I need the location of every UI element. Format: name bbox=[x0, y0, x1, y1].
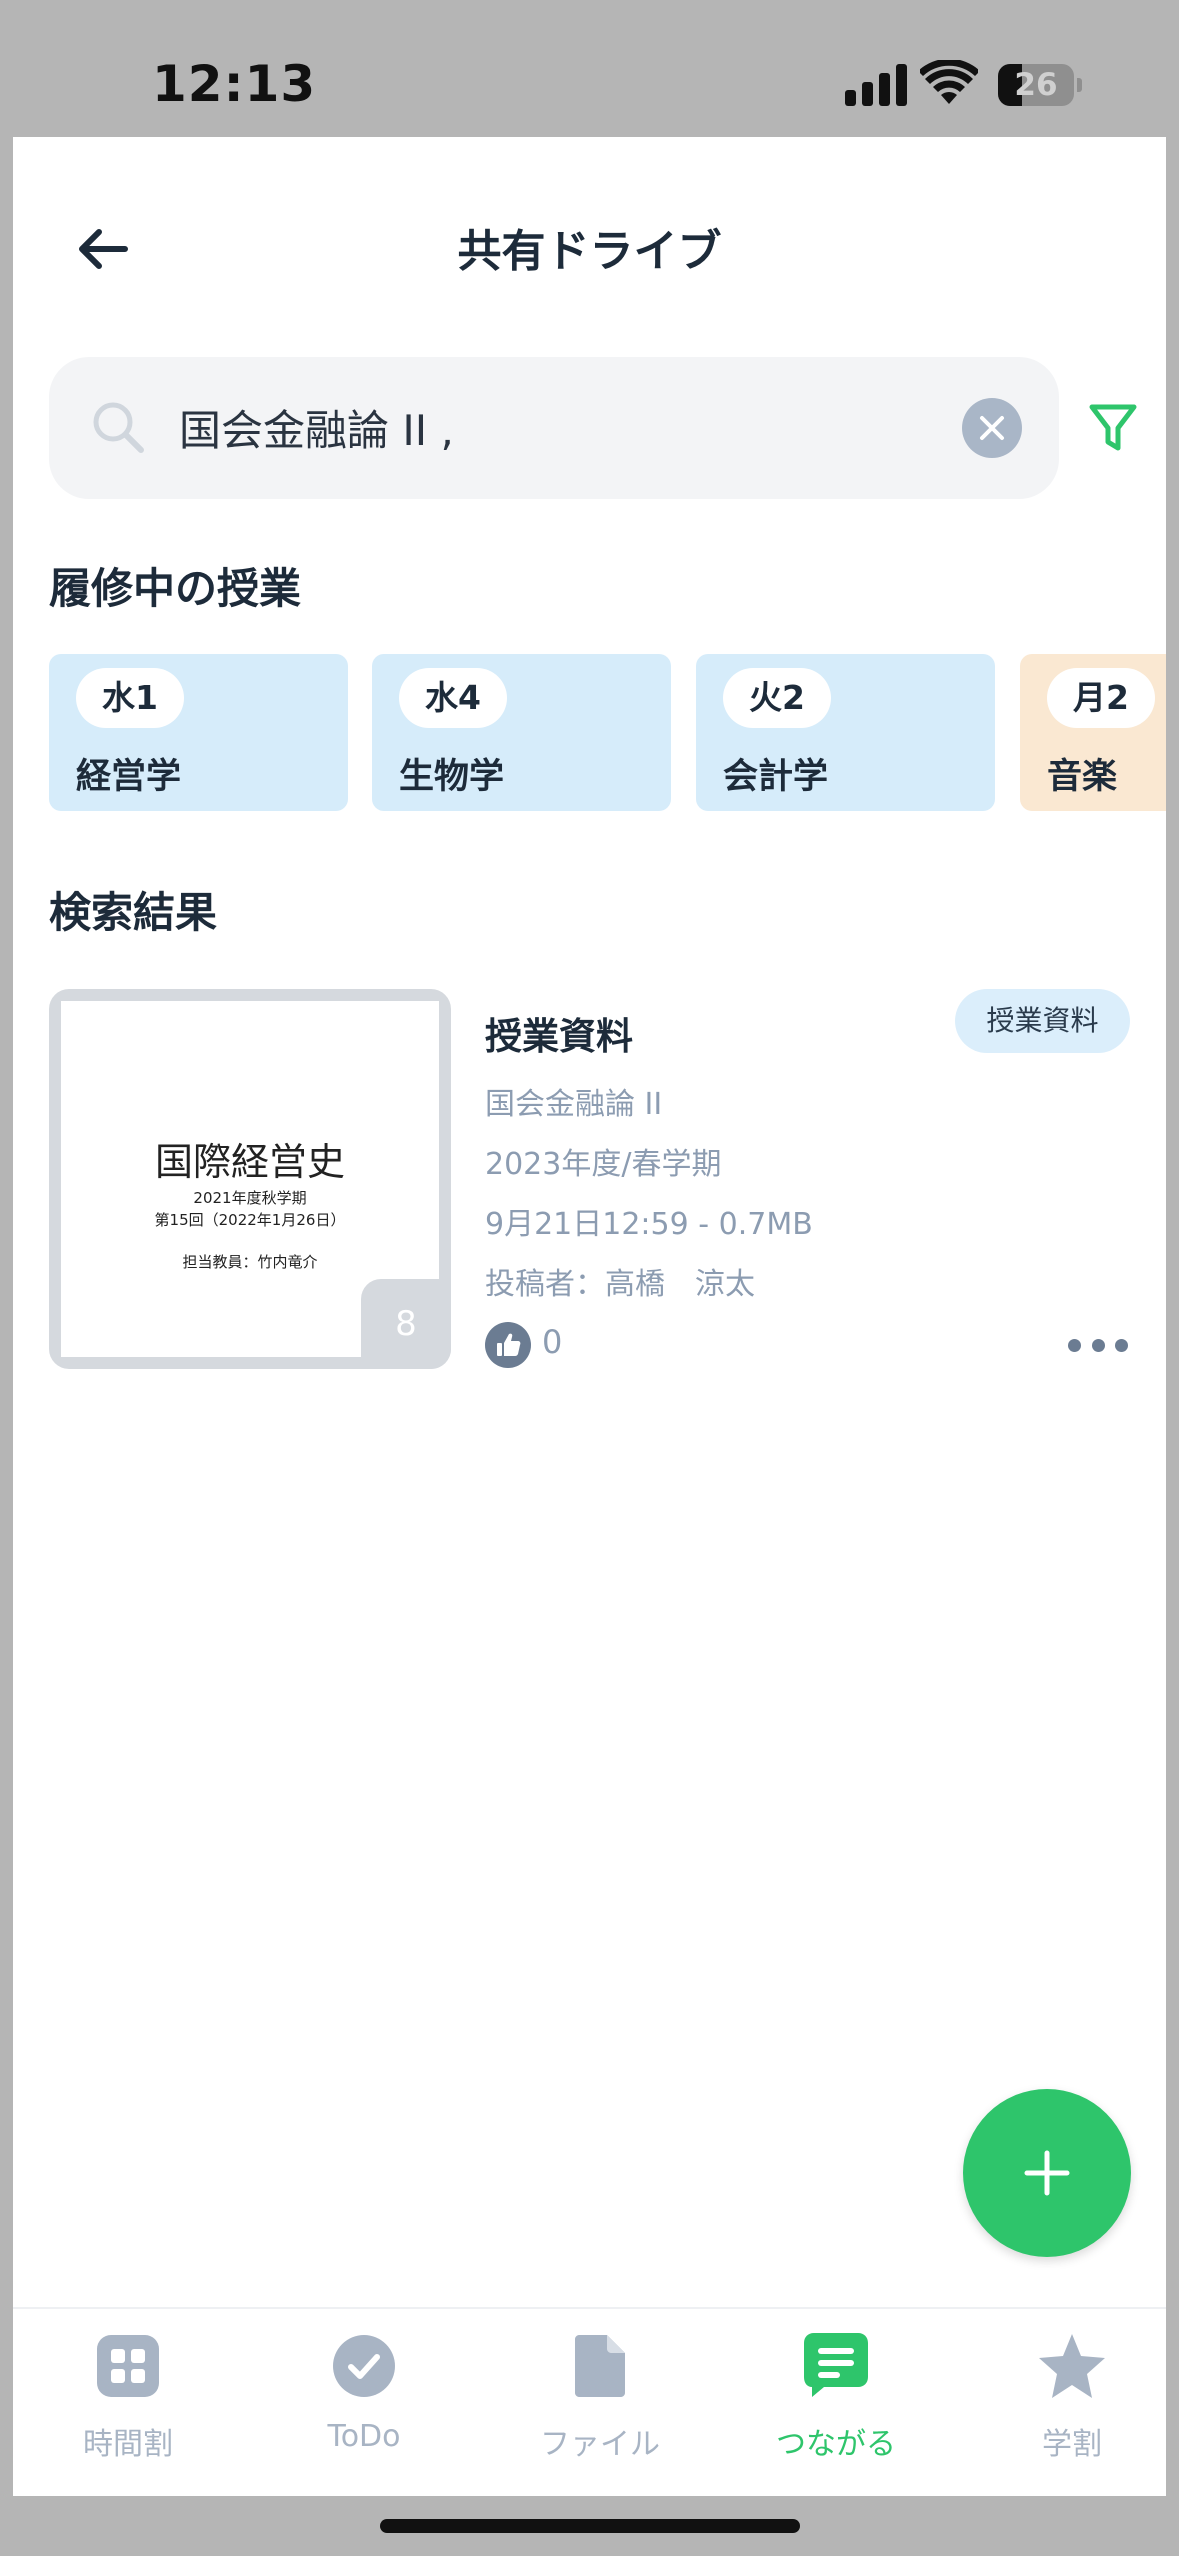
tab-label: つながる bbox=[776, 2427, 896, 2462]
course-card[interactable]: 月2 音楽 bbox=[1020, 654, 1166, 811]
course-name: 生物学 bbox=[399, 757, 505, 797]
category-tag: 授業資料 bbox=[955, 989, 1130, 1053]
thumbnail-session: 第15回（2022年1月26日） bbox=[154, 1211, 346, 1229]
filter-button[interactable] bbox=[1078, 393, 1148, 463]
result-term: 2023年度/春学期 bbox=[485, 1147, 722, 1182]
tab-todo[interactable]: ToDo bbox=[249, 2309, 479, 2496]
search-results-heading: 検索結果 bbox=[49, 888, 218, 937]
tab-bar: 時間割 ToDo ファイル つながる 学割 bbox=[13, 2307, 1166, 2496]
plus-icon bbox=[1024, 2150, 1070, 2196]
battery-tip bbox=[1077, 78, 1082, 92]
file-icon bbox=[485, 2333, 715, 2399]
battery-icon: 26 bbox=[998, 64, 1074, 106]
cellular-signal-icon bbox=[845, 62, 907, 106]
course-period: 水1 bbox=[76, 668, 184, 728]
like-button[interactable] bbox=[485, 1322, 531, 1372]
tab-files[interactable]: ファイル bbox=[485, 2309, 715, 2496]
result-item[interactable]: 国際経営史 2021年度秋学期 第15回（2022年1月26日） 担当教員：竹内… bbox=[49, 989, 1144, 1369]
status-bar: 12:13 26 bbox=[0, 0, 1179, 137]
star-icon bbox=[957, 2333, 1166, 2399]
check-icon bbox=[249, 2333, 479, 2399]
tab-label: ToDo bbox=[327, 2419, 401, 2454]
battery-level: 26 bbox=[1014, 67, 1058, 103]
clear-search-button[interactable] bbox=[962, 398, 1022, 458]
status-time: 12:13 bbox=[152, 55, 317, 113]
course-period: 火2 bbox=[723, 668, 831, 728]
tab-student-discount[interactable]: 学割 bbox=[957, 2309, 1166, 2496]
thumbnail-title: 国際経営史 bbox=[154, 1140, 345, 1184]
document-thumbnail[interactable]: 国際経営史 2021年度秋学期 第15回（2022年1月26日） 担当教員：竹内… bbox=[49, 989, 451, 1369]
result-course: 国会金融論 II bbox=[485, 1087, 663, 1122]
thumbnail-instructor: 担当教員：竹内竜介 bbox=[182, 1253, 318, 1271]
result-author: 投稿者：高橋 涼太 bbox=[485, 1267, 755, 1302]
more-options-button[interactable] bbox=[1068, 1325, 1128, 1365]
tab-connect[interactable]: つながる bbox=[721, 2309, 951, 2496]
tab-label: ファイル bbox=[540, 2427, 660, 2462]
thumbs-up-icon bbox=[485, 1322, 531, 1368]
screen: 12:13 26 共有ドライブ 国会金融論 II , 履修中の授業 水1 経営学… bbox=[0, 0, 1179, 2556]
filter-icon bbox=[1089, 404, 1137, 451]
tab-timetable[interactable]: 時間割 bbox=[13, 2309, 243, 2496]
close-icon bbox=[980, 416, 1004, 440]
course-card[interactable]: 水4 生物学 bbox=[372, 654, 671, 811]
course-name: 会計学 bbox=[723, 757, 829, 797]
search-icon bbox=[89, 398, 149, 462]
dot bbox=[1091, 1338, 1105, 1352]
thumbnail-term: 2021年度秋学期 bbox=[193, 1189, 307, 1207]
timetable-icon bbox=[13, 2333, 243, 2399]
enrolled-courses-list: 水1 経営学 水4 生物学 火2 会計学 月2 音楽 bbox=[49, 654, 1166, 812]
page-title: 共有ドライブ bbox=[457, 226, 722, 277]
home-indicator bbox=[380, 2519, 800, 2533]
dot bbox=[1115, 1338, 1128, 1352]
course-period: 水4 bbox=[399, 668, 507, 728]
like-count: 0 bbox=[542, 1323, 563, 1361]
wifi-icon bbox=[918, 58, 980, 108]
dot bbox=[1068, 1338, 1081, 1352]
tab-label: 学割 bbox=[1042, 2427, 1102, 2462]
app-panel: 共有ドライブ 履修中の授業 水1 bbox=[13, 137, 1166, 2496]
tab-label: 時間割 bbox=[83, 2427, 173, 2462]
search-input[interactable] bbox=[179, 387, 899, 467]
course-card[interactable]: 水1 経営学 bbox=[49, 654, 348, 811]
course-name: 音楽 bbox=[1047, 757, 1118, 797]
add-button[interactable] bbox=[963, 2089, 1131, 2257]
course-name: 経営学 bbox=[76, 757, 182, 797]
course-period: 月2 bbox=[1047, 668, 1155, 728]
enrolled-courses-heading: 履修中の授業 bbox=[49, 564, 302, 613]
course-card[interactable]: 火2 会計学 bbox=[696, 654, 995, 811]
page-count-badge: 8 bbox=[361, 1279, 451, 1369]
result-title: 授業資料 bbox=[485, 1015, 633, 1058]
result-date-size: 9月21日12:59 - 0.7MB bbox=[485, 1207, 813, 1242]
chat-icon bbox=[721, 2333, 951, 2399]
search-bar[interactable] bbox=[49, 357, 1059, 499]
